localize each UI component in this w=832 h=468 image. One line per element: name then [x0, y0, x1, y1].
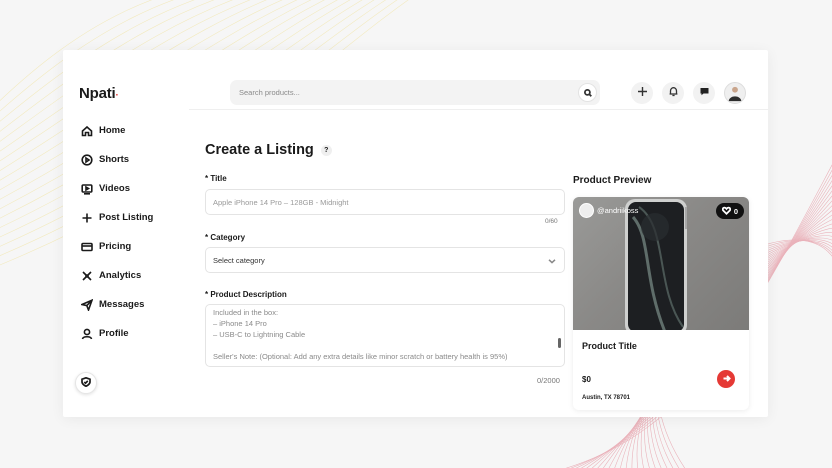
title-counter: 0/60: [545, 218, 558, 225]
search-bar: [230, 80, 600, 105]
description-line: – iPhone 14 Pro: [213, 319, 267, 328]
description-textarea[interactable]: Included in the box: – iPhone 14 Pro – U…: [205, 304, 565, 367]
sidebar-item-label: Pricing: [99, 241, 132, 252]
preview-heading: Product Preview: [573, 175, 652, 186]
sidebar-item-profile[interactable]: Profile: [81, 319, 153, 348]
search-input[interactable]: [239, 88, 559, 97]
avatar[interactable]: [724, 82, 746, 104]
open-product-button[interactable]: [717, 370, 735, 388]
send-icon: [81, 298, 93, 311]
title-input[interactable]: Apple iPhone 14 Pro – 128GB - Midnight: [205, 189, 565, 215]
sidebar-item-pricing[interactable]: Pricing: [81, 232, 153, 261]
sidebar-item-label: Messages: [99, 299, 145, 310]
header-divider: [189, 109, 768, 110]
seller-avatar: [579, 203, 594, 218]
chevron-down-icon: [548, 257, 556, 265]
analytics-icon: [81, 270, 93, 282]
sidebar-item-label: Shorts: [99, 154, 130, 165]
notifications-button[interactable]: [662, 82, 684, 104]
product-image: @andriikoss 0: [573, 197, 749, 335]
shield-button[interactable]: [75, 372, 97, 394]
arrow-right-icon: [722, 370, 731, 388]
category-label: * Category: [205, 233, 246, 242]
title-label: * Title: [205, 174, 227, 183]
description-label: * Product Description: [205, 290, 287, 299]
sidebar-item-shorts[interactable]: Shorts: [81, 145, 153, 174]
seller-handle: @andriikoss: [597, 206, 639, 215]
sidebar-item-label: Profile: [99, 328, 129, 339]
sidebar-item-label: Videos: [99, 183, 130, 194]
create-button[interactable]: [631, 82, 653, 104]
description-line: Included in the box:: [213, 308, 279, 317]
user-icon: [81, 328, 93, 340]
product-location: Austin, TX 78701: [582, 395, 631, 401]
sidebar-item-home[interactable]: Home: [81, 116, 153, 145]
description-line: – USB-C to Lightning Cable: [213, 330, 306, 339]
sidebar-item-videos[interactable]: Videos: [81, 174, 153, 203]
title-placeholder: Apple iPhone 14 Pro – 128GB - Midnight: [213, 197, 349, 207]
product-title: Product Title: [582, 341, 637, 351]
like-count: 0: [733, 206, 738, 216]
product-price: $0: [582, 375, 591, 384]
bell-icon: [668, 84, 679, 102]
video-icon: [81, 183, 93, 195]
page-title: Create a Listing ?: [205, 142, 332, 158]
sidebar-item-post-listing[interactable]: Post Listing: [81, 203, 153, 232]
messages-button[interactable]: [693, 82, 715, 104]
heart-icon: [721, 206, 734, 217]
sidebar-item-label: Analytics: [99, 270, 142, 281]
plus-icon: [637, 84, 648, 102]
sidebar-item-messages[interactable]: Messages: [81, 290, 153, 319]
logo[interactable]: Npati·: [79, 85, 119, 102]
sidebar: Home Shorts Videos Post Listing Pricing …: [81, 116, 153, 348]
description-line: Seller's Note: (Optional: Add any extra …: [213, 352, 508, 361]
description-counter: 0/2000: [537, 376, 560, 385]
product-preview-card[interactable]: @andriikoss 0 Product Title $0 Austin, T…: [573, 197, 749, 410]
chat-icon: [699, 84, 710, 102]
page-title-text: Create a Listing: [205, 142, 314, 158]
category-value: Select category: [213, 255, 265, 265]
home-icon: [81, 125, 93, 137]
app-window: Npati· Home Shorts Videos Post Listing P…: [63, 50, 768, 417]
shield-icon: [81, 374, 91, 392]
sidebar-item-label: Post Listing: [99, 212, 154, 223]
plus-icon: [81, 212, 93, 224]
category-select[interactable]: Select category: [205, 247, 565, 273]
search-button[interactable]: [578, 83, 597, 102]
search-icon: [583, 84, 592, 102]
like-button[interactable]: 0: [715, 203, 744, 219]
help-icon[interactable]: ?: [320, 144, 332, 156]
card-icon: [81, 241, 93, 253]
play-circle-icon: [81, 153, 93, 166]
sidebar-item-label: Home: [99, 125, 126, 136]
sidebar-item-analytics[interactable]: Analytics: [81, 261, 153, 290]
description-line: [213, 340, 557, 351]
seller-tag[interactable]: @andriikoss: [579, 203, 638, 218]
scrollbar-thumb[interactable]: [558, 338, 561, 348]
